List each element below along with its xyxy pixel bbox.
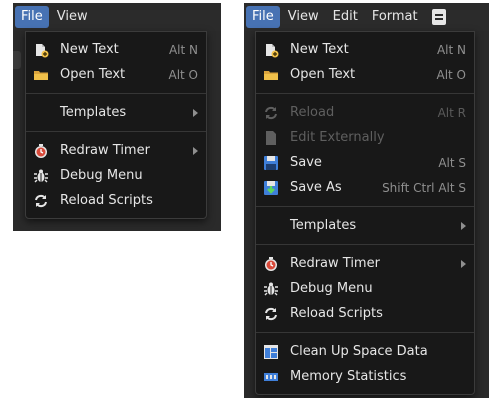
memory-icon (263, 369, 279, 385)
menu-item-label: New Text (60, 42, 119, 57)
save-as-icon (263, 180, 279, 196)
menu-item-new-text[interactable]: New Text Alt N (26, 37, 206, 62)
submenu-arrow-icon (193, 108, 198, 117)
file-menu-dropdown: New Text Alt N Open Text Alt O Reload Alt R Ed… (255, 31, 475, 395)
menu-item-reload-scripts[interactable]: Reload Scripts (256, 301, 474, 326)
menu-item-memory-statistics[interactable]: Memory Statistics (256, 364, 474, 389)
icon-placeholder (33, 105, 49, 121)
menu-item-reload: Reload Alt R (256, 100, 474, 125)
menu-item-redraw-timer[interactable]: Redraw Timer (26, 138, 206, 163)
menu-item-label: Reload Scripts (60, 193, 153, 208)
menu-item-label: Save As (290, 180, 342, 195)
menu-item-shortcut: Alt N (168, 42, 198, 57)
menu-item-edit-externally: Edit Externally (256, 125, 474, 150)
menu-item-shortcut: Shift Ctrl Alt S (382, 180, 466, 195)
menu-item-templates[interactable]: Templates (256, 213, 474, 238)
new-file-icon (263, 42, 279, 58)
menu-item-shortcut: Alt R (437, 105, 466, 120)
folder-icon (33, 67, 49, 83)
menu-item-label: Debug Menu (60, 168, 143, 183)
submenu-arrow-icon (461, 259, 466, 268)
menu-item-debug-menu[interactable]: Debug Menu (26, 163, 206, 188)
folder-icon (263, 67, 279, 83)
menu-item-label: Open Text (60, 67, 126, 82)
menu-item-debug-menu[interactable]: Debug Menu (256, 276, 474, 301)
submenu-arrow-icon (193, 146, 198, 155)
menu-bar: File View (13, 3, 221, 31)
menu-item-label: Templates (290, 218, 357, 233)
menu-separator (26, 131, 206, 132)
menu-file[interactable]: File (15, 6, 49, 28)
editor-edge (13, 51, 21, 69)
menu-item-label: Memory Statistics (290, 369, 407, 384)
menu-item-redraw-timer[interactable]: Redraw Timer (256, 251, 474, 276)
right-screenshot: File View Edit Format New Text Alt N Open … (244, 3, 489, 398)
menu-item-label: Reload (290, 105, 335, 120)
menu-item-label: Save (290, 155, 322, 170)
menu-item-open-text[interactable]: Open Text Alt O (256, 62, 474, 87)
menu-item-label: Redraw Timer (290, 256, 380, 271)
new-file-icon (33, 42, 49, 58)
menu-separator (256, 93, 474, 94)
menu-item-shortcut: Alt O (436, 67, 466, 82)
menu-item-shortcut: Alt N (436, 42, 466, 57)
menu-view[interactable]: View (51, 6, 94, 28)
reload-icon (263, 306, 279, 322)
file-menu-dropdown: New Text Alt N Open Text Alt O Templates Redr… (25, 31, 207, 219)
menu-item-new-text[interactable]: New Text Alt N (256, 37, 474, 62)
timer-icon (33, 143, 49, 159)
menu-bar: File View Edit Format (244, 3, 489, 31)
save-icon (263, 155, 279, 171)
menu-item-save-as[interactable]: Save As Shift Ctrl Alt S (256, 175, 474, 200)
cleanup-icon (263, 344, 279, 360)
menu-separator (256, 332, 474, 333)
bug-icon (263, 281, 279, 297)
menu-item-label: Templates (60, 105, 127, 120)
menu-file[interactable]: File (246, 6, 280, 28)
menu-item-shortcut: Alt O (168, 67, 198, 82)
menu-item-open-text[interactable]: Open Text Alt O (26, 62, 206, 87)
bug-icon (33, 168, 49, 184)
menu-view[interactable]: View (282, 6, 325, 28)
file-icon (263, 130, 279, 146)
menu-item-shortcut: Alt S (438, 155, 466, 170)
menu-separator (256, 244, 474, 245)
menu-format[interactable]: Format (366, 6, 424, 28)
menu-edit[interactable]: Edit (327, 6, 364, 28)
menu-separator (26, 93, 206, 94)
menu-item-reload-scripts[interactable]: Reload Scripts (26, 188, 206, 213)
menu-item-label: Redraw Timer (60, 143, 150, 158)
sidebar-toggle-icon[interactable] (431, 9, 446, 25)
reload-icon (33, 193, 49, 209)
menu-item-label: Reload Scripts (290, 306, 383, 321)
menu-item-templates[interactable]: Templates (26, 100, 206, 125)
menu-item-clean-up-space-data[interactable]: Clean Up Space Data (256, 339, 474, 364)
timer-icon (263, 256, 279, 272)
menu-item-label: New Text (290, 42, 349, 57)
icon-placeholder (263, 218, 279, 234)
menu-item-label: Clean Up Space Data (290, 344, 428, 359)
menu-item-label: Open Text (290, 67, 356, 82)
menu-item-save[interactable]: Save Alt S (256, 150, 474, 175)
menu-item-label: Edit Externally (290, 130, 385, 145)
left-screenshot: File View New Text Alt N Open Text Alt O Tem… (13, 3, 221, 231)
reload-icon (263, 105, 279, 121)
menu-separator (256, 206, 474, 207)
submenu-arrow-icon (461, 221, 466, 230)
menu-item-label: Debug Menu (290, 281, 373, 296)
